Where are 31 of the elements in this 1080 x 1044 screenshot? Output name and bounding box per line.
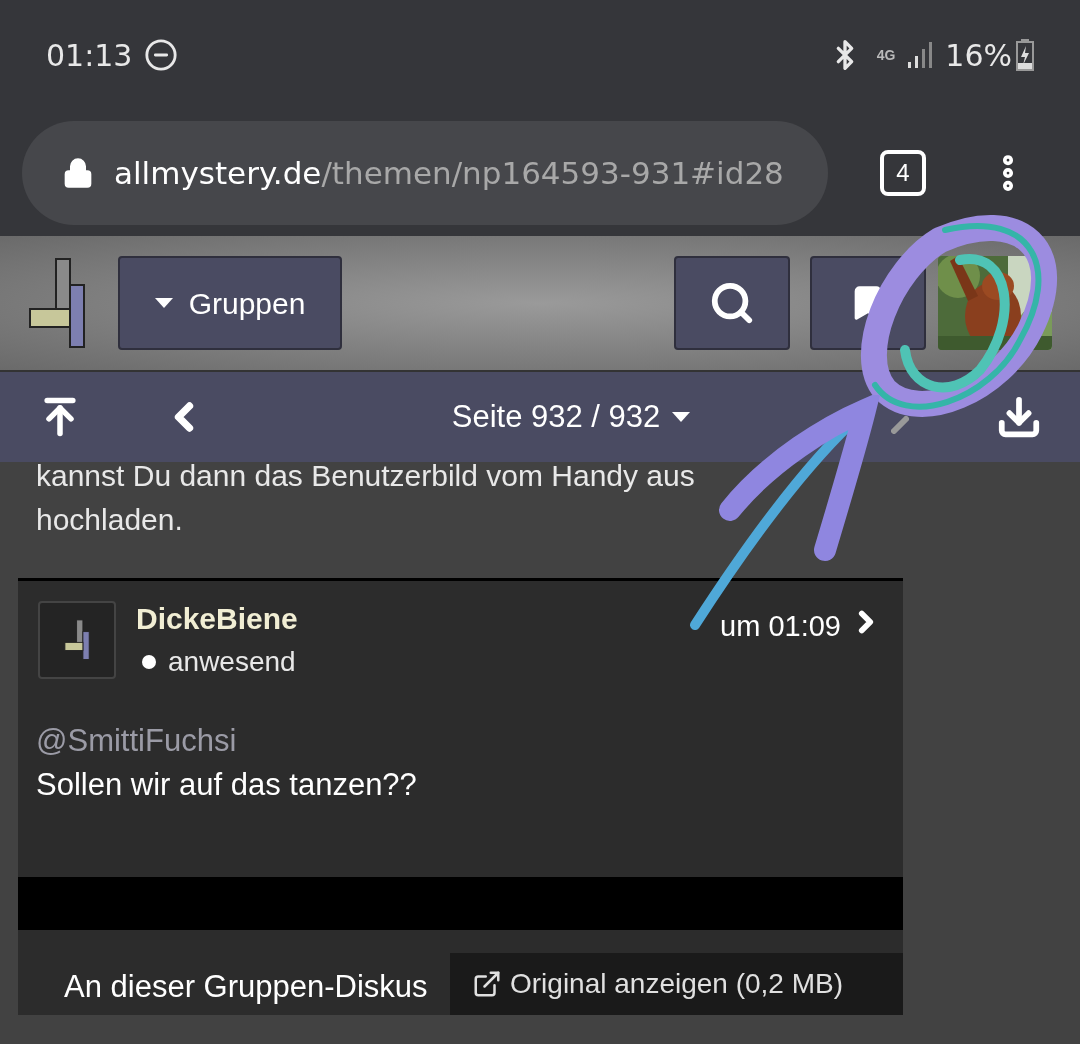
logo-icon xyxy=(28,257,88,349)
mention-link[interactable]: @SmittiFuchsi xyxy=(36,719,885,763)
clock: 01:13 xyxy=(46,36,133,75)
address-bar[interactable]: allmystery.de/themen/np164593-931#id28 xyxy=(22,121,828,225)
caret-icon xyxy=(672,412,691,422)
search-icon xyxy=(709,280,755,326)
network-label: 4G xyxy=(876,45,896,65)
url-text: allmystery.de/themen/np164593-931#id28 xyxy=(114,153,784,193)
search-button[interactable] xyxy=(674,256,790,350)
image-link-bar[interactable]: Original anzeigen (0,2 MB) xyxy=(450,953,903,1015)
online-status: anwesend xyxy=(168,645,296,679)
external-link-icon xyxy=(472,969,502,999)
post-body: Sollen wir auf das tanzen?? xyxy=(36,766,418,804)
battery-charging-icon xyxy=(1016,39,1034,71)
caret-icon xyxy=(154,298,173,308)
do-not-disturb-icon xyxy=(144,38,179,72)
signal-icon xyxy=(907,42,934,68)
previous-post-text: kannst Du dann das Benutzerbild vom Handy aus hochladen. xyxy=(35,462,696,538)
author-name[interactable]: DickeBiene xyxy=(136,601,298,637)
lock-icon xyxy=(62,157,94,189)
post-time[interactable]: um 01:09 xyxy=(720,605,841,683)
page-selector[interactable]: Seite 932 / 932 xyxy=(451,393,691,441)
logo-icon xyxy=(63,619,91,661)
battery-percent: 16% xyxy=(945,36,1012,75)
line-stub-icon xyxy=(891,416,909,434)
tab-count-button[interactable]: 4 xyxy=(880,150,926,196)
groups-button[interactable]: Gruppen xyxy=(118,256,342,350)
author-avatar[interactable] xyxy=(38,601,116,679)
image-link-text: Original anzeigen (0,2 MB) xyxy=(510,967,844,1001)
download-icon[interactable] xyxy=(996,394,1042,440)
group-notice: An dieser Gruppen-Diskus xyxy=(64,968,428,1006)
